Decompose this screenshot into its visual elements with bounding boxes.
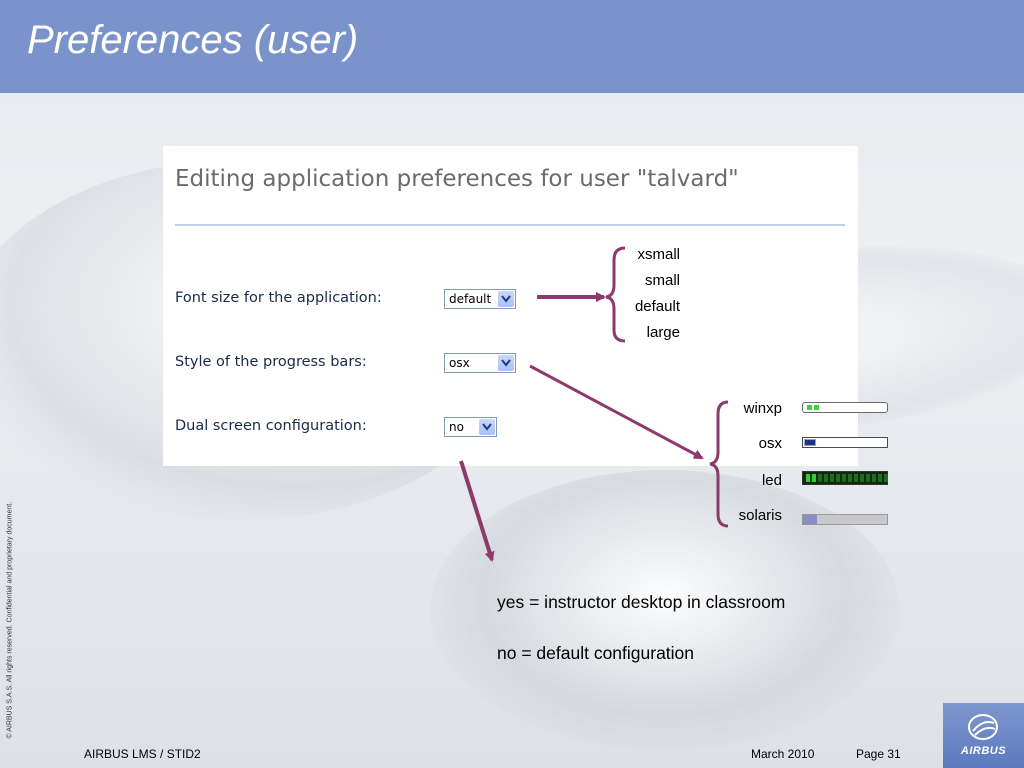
font-size-option-default: default: [634, 298, 680, 315]
preferences-panel: Editing application preferences for user…: [163, 146, 858, 466]
dual-screen-note-no: no = default configuration: [497, 643, 695, 663]
led-segment: [860, 474, 864, 482]
progress-style-option-led: led: [761, 472, 782, 489]
led-segment: [830, 474, 834, 482]
dual-screen-note-yes: yes = instructor desktop in classroom: [497, 592, 786, 612]
heading-divider: [175, 224, 845, 226]
slide-header: Preferences (user): [0, 0, 1024, 93]
arrow-dual-screen: [459, 460, 495, 562]
footer-date: March 2010: [751, 747, 815, 761]
dual-screen-label: Dual screen configuration:: [175, 418, 367, 434]
dual-screen-select-value: no: [449, 420, 464, 434]
led-segment: [884, 474, 888, 482]
dual-screen-select[interactable]: no: [444, 417, 497, 437]
progress-bar-preview-led: [802, 471, 888, 485]
chevron-down-icon[interactable]: [479, 419, 495, 435]
progress-bar-preview-solaris: [802, 514, 888, 525]
progress-bar-style-select-value: osx: [449, 356, 470, 370]
panel-heading: Editing application preferences for user…: [175, 166, 739, 192]
progress-style-option-solaris: solaris: [738, 507, 782, 524]
font-size-option-small: small: [644, 272, 680, 289]
led-segment: [824, 474, 828, 482]
slide-title: Preferences (user): [27, 18, 359, 62]
progress-bar-preview-osx: [802, 437, 888, 448]
led-segment: [818, 474, 822, 482]
progress-bar-preview-winxp: [802, 402, 888, 413]
footer-left-text: AIRBUS LMS / STID2: [84, 747, 201, 761]
airbus-logo-text: AIRBUS: [960, 745, 1007, 757]
led-segment: [866, 474, 870, 482]
led-segment: [806, 474, 810, 482]
led-segment: [842, 474, 846, 482]
led-segment: [872, 474, 876, 482]
led-segment: [812, 474, 816, 482]
font-size-label: Font size for the application:: [175, 290, 382, 306]
led-segment: [854, 474, 858, 482]
font-size-select[interactable]: default: [444, 289, 516, 309]
font-size-option-xsmall: xsmall: [637, 246, 680, 263]
chevron-down-icon[interactable]: [498, 291, 514, 307]
copyright-notice: © AIRBUS S.A.S. All rights reserved. Con…: [6, 501, 14, 739]
footer-page-number: Page 31: [856, 747, 901, 761]
led-segment: [848, 474, 852, 482]
chevron-down-icon[interactable]: [498, 355, 514, 371]
progress-bar-style-select[interactable]: osx: [444, 353, 516, 373]
airbus-logo-mark-icon: [968, 714, 998, 740]
progress-style-option-osx: osx: [758, 435, 782, 452]
airbus-logo: AIRBUS: [943, 703, 1024, 768]
led-segment: [878, 474, 882, 482]
progress-style-option-winxp: winxp: [743, 400, 782, 417]
font-size-select-value: default: [449, 292, 492, 306]
progress-bar-style-label: Style of the progress bars:: [175, 354, 367, 370]
font-size-option-large: large: [646, 324, 680, 341]
led-segment: [836, 474, 840, 482]
